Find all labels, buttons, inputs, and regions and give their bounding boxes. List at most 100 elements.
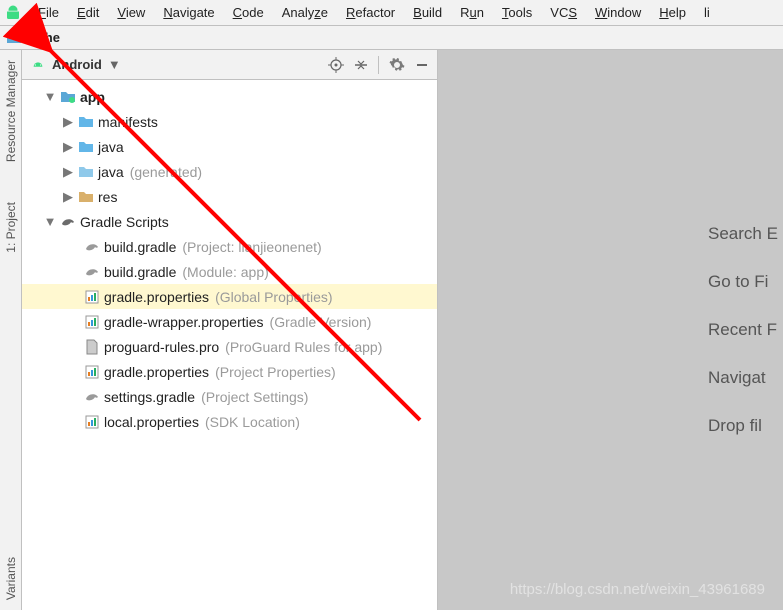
menu-help[interactable]: Help xyxy=(651,3,694,22)
chevron-down-icon: ▼ xyxy=(44,216,56,228)
tree-node-local-properties[interactable]: ▶ local.properties (SDK Location) xyxy=(22,409,437,434)
tree-node-proguard-rules[interactable]: ▶ proguard-rules.pro (ProGuard Rules for… xyxy=(22,334,437,359)
menu-window[interactable]: Window xyxy=(587,3,649,22)
minimize-icon[interactable] xyxy=(415,58,429,72)
gradle-icon xyxy=(84,264,100,280)
watermark: https://blog.csdn.net/weixin_43961689 xyxy=(510,581,765,598)
chevron-right-icon: ▶ xyxy=(62,191,74,203)
chevron-down-icon: ▼ xyxy=(108,57,121,72)
hint-recent: Recent F xyxy=(708,320,783,340)
collapse-icon[interactable] xyxy=(354,58,368,72)
menu-refactor[interactable]: Refactor xyxy=(338,3,403,22)
tree-label: build.gradle xyxy=(104,264,176,280)
menu-tools[interactable]: Tools xyxy=(494,3,540,22)
tree-node-java-generated[interactable]: ▶ java (generated) xyxy=(22,159,437,184)
gradle-icon xyxy=(60,214,76,230)
menu-vcs[interactable]: VCS xyxy=(542,3,585,22)
breadcrumb: bishe xyxy=(0,26,783,50)
properties-icon xyxy=(84,364,100,380)
panel-view-selector[interactable]: Android ▼ xyxy=(30,57,328,72)
tree-node-gradle-properties-project[interactable]: ▶ gradle.properties (Project Properties) xyxy=(22,359,437,384)
menu-run[interactable]: Run xyxy=(452,3,492,22)
tree-label: gradle-wrapper.properties xyxy=(104,314,264,330)
tree-hint: (SDK Location) xyxy=(205,414,300,430)
tree-label: res xyxy=(98,189,117,205)
folder-gen-icon xyxy=(78,164,94,180)
tree-label: gradle.properties xyxy=(104,364,209,380)
breadcrumb-project[interactable]: bishe xyxy=(26,30,60,45)
left-gutter: Resource Manager 1: Project Variants xyxy=(0,50,22,610)
tree-hint: (Project: lianjieonenet) xyxy=(182,239,321,255)
tree-label: app xyxy=(80,89,105,105)
project-tree: ▼ app ▶ manifests ▶ java ▶ java (generat… xyxy=(22,80,437,610)
tree-node-gradle-scripts[interactable]: ▼ Gradle Scripts xyxy=(22,209,437,234)
menu-partial[interactable]: li xyxy=(696,3,718,22)
chevron-down-icon: ▼ xyxy=(44,91,56,103)
gear-icon[interactable] xyxy=(389,57,405,73)
tree-label: java xyxy=(98,139,124,155)
gutter-resource-manager[interactable]: Resource Manager xyxy=(4,60,18,162)
tree-hint: (Project Settings) xyxy=(201,389,308,405)
gutter-project[interactable]: 1: Project xyxy=(4,202,18,253)
main-area: Resource Manager 1: Project Variants And… xyxy=(0,50,783,610)
editor-empty-state: Search E Go to Fi Recent F Navigat Drop … xyxy=(438,50,783,610)
menu-file[interactable]: File xyxy=(30,3,67,22)
menu-code[interactable]: Code xyxy=(225,3,272,22)
tree-node-gradle-properties-global[interactable]: ▶ gradle.properties (Global Properties) xyxy=(22,284,437,309)
folder-icon xyxy=(6,30,22,46)
android-head-icon xyxy=(30,58,46,72)
tree-hint: (generated) xyxy=(130,164,202,180)
file-icon xyxy=(84,339,100,355)
menu-build[interactable]: Build xyxy=(405,3,450,22)
tree-label: gradle.properties xyxy=(104,289,209,305)
tree-label: settings.gradle xyxy=(104,389,195,405)
folder-icon xyxy=(78,139,94,155)
hint-navigate: Navigat xyxy=(708,368,783,388)
tree-hint: (Module: app) xyxy=(182,264,268,280)
properties-icon xyxy=(84,414,100,430)
gradle-icon xyxy=(84,239,100,255)
panel-header: Android ▼ xyxy=(22,50,437,80)
folder-icon xyxy=(78,114,94,130)
hint-drop: Drop fil xyxy=(708,416,783,436)
menu-bar: File Edit View Navigate Code Analyze Ref… xyxy=(0,0,783,26)
tree-node-manifests[interactable]: ▶ manifests xyxy=(22,109,437,134)
tree-label: manifests xyxy=(98,114,158,130)
panel-title: Android xyxy=(52,57,102,72)
tree-node-gradle-wrapper-properties[interactable]: ▶ gradle-wrapper.properties (Gradle Vers… xyxy=(22,309,437,334)
gutter-variants[interactable]: Variants xyxy=(4,557,18,600)
tree-hint: (Global Properties) xyxy=(215,289,333,305)
tree-label: build.gradle xyxy=(104,239,176,255)
properties-icon xyxy=(84,289,100,305)
tree-node-res[interactable]: ▶ res xyxy=(22,184,437,209)
hint-goto-file: Go to Fi xyxy=(708,272,783,292)
tree-label: local.properties xyxy=(104,414,199,430)
module-icon xyxy=(60,89,76,105)
tree-node-build-gradle-project[interactable]: ▶ build.gradle (Project: lianjieonenet) xyxy=(22,234,437,259)
properties-icon xyxy=(84,314,100,330)
hint-search: Search E xyxy=(708,224,783,244)
menu-analyze[interactable]: Analyze xyxy=(274,3,336,22)
menu-view[interactable]: View xyxy=(109,3,153,22)
menu-navigate[interactable]: Navigate xyxy=(155,3,222,22)
tree-label: java xyxy=(98,164,124,180)
menu-edit[interactable]: Edit xyxy=(69,3,107,22)
chevron-right-icon: ▶ xyxy=(62,116,74,128)
tree-hint: (ProGuard Rules for app) xyxy=(225,339,382,355)
tree-label: proguard-rules.pro xyxy=(104,339,219,355)
tree-node-settings-gradle[interactable]: ▶ settings.gradle (Project Settings) xyxy=(22,384,437,409)
gradle-icon xyxy=(84,389,100,405)
chevron-right-icon: ▶ xyxy=(62,166,74,178)
folder-res-icon xyxy=(78,189,94,205)
tree-node-java[interactable]: ▶ java xyxy=(22,134,437,159)
divider xyxy=(378,56,379,74)
tree-node-app[interactable]: ▼ app xyxy=(22,84,437,109)
android-logo-icon xyxy=(4,4,22,22)
tree-node-build-gradle-module[interactable]: ▶ build.gradle (Module: app) xyxy=(22,259,437,284)
tree-hint: (Gradle Version) xyxy=(270,314,372,330)
tree-hint: (Project Properties) xyxy=(215,364,336,380)
tree-label: Gradle Scripts xyxy=(80,214,169,230)
chevron-right-icon: ▶ xyxy=(62,141,74,153)
target-icon[interactable] xyxy=(328,57,344,73)
project-panel: Android ▼ ▼ app ▶ manifests xyxy=(22,50,438,610)
